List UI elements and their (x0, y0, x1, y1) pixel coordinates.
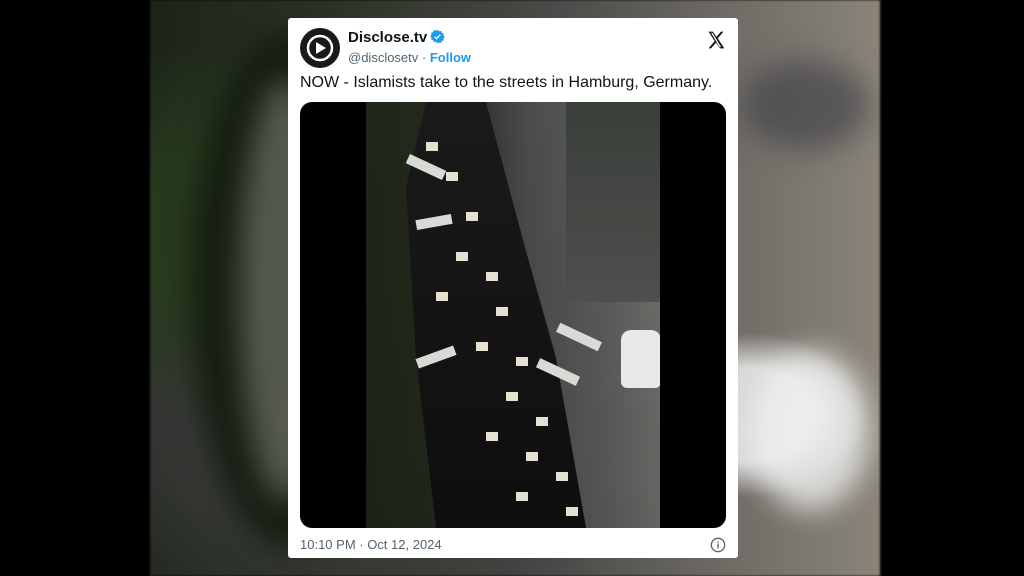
x-logo-icon[interactable] (706, 30, 726, 50)
disclose-logo-icon (306, 34, 334, 62)
timestamp[interactable]: 10:10 PM · Oct 12, 2024 (300, 537, 442, 552)
author-info: Disclose.tv @disclosetv · Follow (348, 29, 471, 65)
separator-dot: · (418, 50, 430, 65)
avatar[interactable] (300, 28, 340, 68)
tweet-footer: 10:10 PM · Oct 12, 2024 (300, 537, 726, 553)
verified-badge-icon (430, 29, 446, 44)
car (621, 330, 660, 388)
tweet-card: Disclose.tv @disclosetv · Follow NOW - I… (288, 18, 738, 558)
handle[interactable]: @disclosetv (348, 50, 418, 65)
tweet-text: NOW - Islamists take to the streets in H… (300, 74, 713, 91)
display-name[interactable]: Disclose.tv (348, 29, 427, 46)
info-icon[interactable] (710, 537, 726, 553)
tweet-header: Disclose.tv @disclosetv · Follow (300, 26, 726, 70)
video-player[interactable] (300, 102, 726, 528)
follow-button[interactable]: Follow (430, 50, 471, 65)
video-frame (366, 102, 660, 528)
